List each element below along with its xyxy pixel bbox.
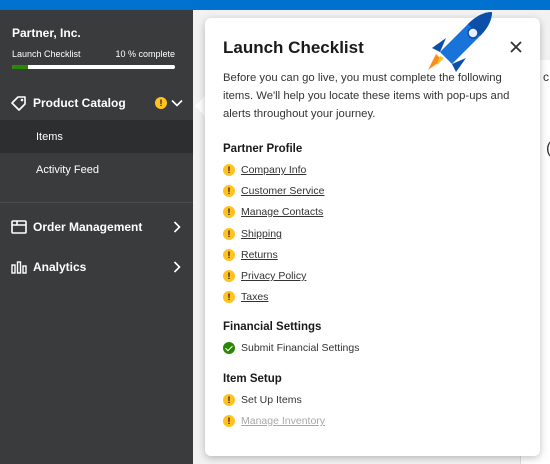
returns-link[interactable]: Returns (241, 249, 278, 261)
checklist-item: ! Taxes (223, 289, 268, 305)
warning-icon: ! (155, 97, 167, 109)
sidebar: Partner, Inc. Launch Checklist 10 % comp… (0, 10, 193, 464)
chevron-right-icon[interactable] (171, 221, 183, 233)
warning-icon: ! (223, 270, 235, 282)
checklist-progress-bar (12, 65, 175, 69)
checklist-item: Submit Financial Settings (223, 340, 359, 356)
privacy-policy-link[interactable]: Privacy Policy (241, 270, 306, 282)
company-info-link[interactable]: Company Info (241, 164, 306, 176)
nav-activity-feed[interactable]: Activity Feed (0, 153, 193, 186)
tag-icon (11, 96, 26, 111)
taxes-link[interactable]: Taxes (241, 291, 268, 303)
checklist-item: ! Returns (223, 247, 278, 263)
manage-inventory-link[interactable]: Manage Inventory (241, 415, 325, 427)
launch-checklist-popover: Launch Checklist Before you can go live,… (205, 18, 540, 456)
rocket-icon (428, 12, 492, 72)
sidebar-divider (0, 202, 193, 203)
warning-icon: ! (223, 164, 235, 176)
chevron-down-icon[interactable] (171, 97, 183, 109)
warning-icon: ! (223, 206, 235, 218)
nav-order-management[interactable]: Order Management (0, 211, 193, 243)
checklist-item: ! Privacy Policy (223, 268, 306, 284)
warning-icon: ! (223, 415, 235, 427)
nav-order-management-label: Order Management (33, 220, 143, 234)
popover-intro-text: Before you can go live, you must complet… (223, 72, 510, 120)
bar-chart-icon (11, 261, 27, 274)
manage-contacts-link[interactable]: Manage Contacts (241, 206, 323, 218)
warning-icon: ! (223, 291, 235, 303)
box-icon (11, 220, 27, 234)
customer-service-link[interactable]: Customer Service (241, 185, 324, 197)
popover-title: Launch Checklist (223, 38, 364, 57)
checklist-item: ! Customer Service (223, 183, 324, 199)
warning-icon: ! (223, 249, 235, 261)
check-circle-icon (223, 342, 235, 354)
chevron-right-icon[interactable] (171, 261, 183, 273)
section-title-financial-settings: Financial Settings (223, 321, 322, 333)
checklist-item: ! Set Up Items (223, 392, 302, 408)
warning-icon: ! (223, 228, 235, 240)
shipping-link[interactable]: Shipping (241, 228, 282, 240)
checklist-item: ! Manage Contacts (223, 204, 323, 220)
close-icon[interactable] (509, 40, 523, 54)
nav-product-catalog[interactable]: Product Catalog ! (0, 87, 193, 119)
checklist-item: ! Company Info (223, 162, 306, 178)
warning-icon: ! (223, 185, 235, 197)
section-title-item-setup: Item Setup (223, 373, 282, 385)
company-name: Partner, Inc. (12, 26, 81, 40)
submit-financial-settings-text: Submit Financial Settings (241, 342, 360, 354)
nav-analytics-label: Analytics (33, 260, 87, 274)
checklist-item: ! Manage Inventory (223, 413, 325, 429)
popover-arrow (195, 96, 205, 116)
launch-checklist-link[interactable]: Launch Checklist (12, 49, 81, 59)
background-text-fragment: c (543, 70, 549, 84)
checklist-item: ! Shipping (223, 226, 282, 242)
nav-analytics[interactable]: Analytics (0, 251, 193, 283)
nav-items[interactable]: Items (0, 120, 193, 153)
background-text-fragment: ( (546, 140, 550, 158)
checklist-progress-fill (12, 65, 29, 69)
checklist-percent-complete: 10 % complete (115, 49, 175, 59)
nav-product-catalog-label: Product Catalog (33, 96, 126, 110)
section-title-partner-profile: Partner Profile (223, 143, 303, 155)
warning-icon: ! (223, 394, 235, 406)
set-up-items-text: Set Up Items (241, 394, 302, 406)
